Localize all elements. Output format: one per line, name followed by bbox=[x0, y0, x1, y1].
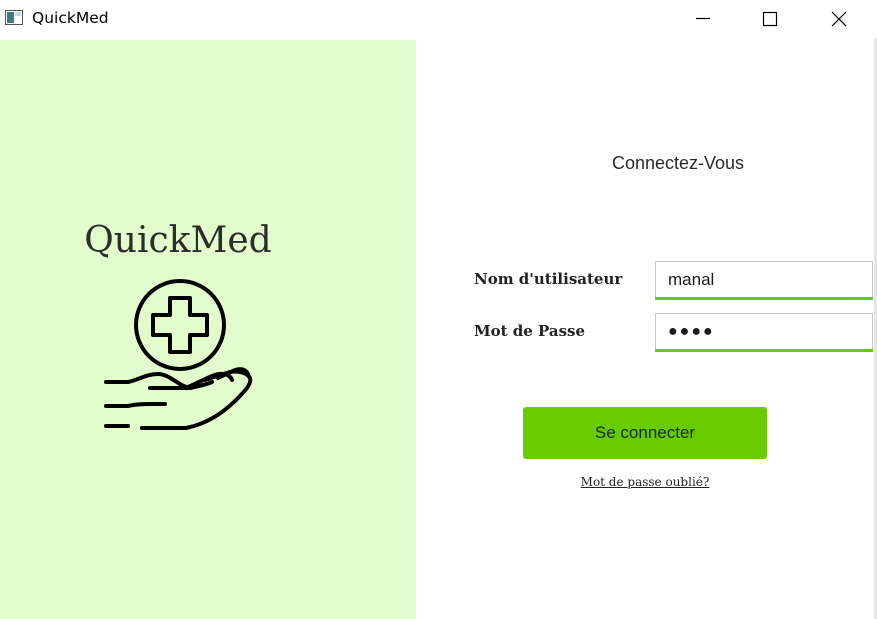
username-input[interactable] bbox=[656, 262, 872, 297]
password-field-wrapper bbox=[655, 313, 873, 352]
login-heading: Connectez-Vous bbox=[611, 153, 745, 173]
minimize-button[interactable] bbox=[669, 0, 739, 38]
hand-holding-medical-cross-icon bbox=[104, 279, 253, 430]
forgot-password-link[interactable]: Mot de passe oublié? bbox=[560, 475, 730, 489]
maximize-icon bbox=[762, 11, 778, 27]
window-title: QuickMed bbox=[32, 9, 109, 27]
maximize-button[interactable] bbox=[736, 0, 806, 38]
brand-name: QuickMed bbox=[84, 220, 272, 261]
login-button[interactable]: Se connecter bbox=[523, 407, 767, 459]
app-window-icon bbox=[5, 10, 23, 25]
minimize-icon bbox=[696, 17, 710, 20]
username-label: Nom d'utilisateur bbox=[474, 270, 623, 288]
close-button[interactable] bbox=[805, 0, 875, 38]
close-icon bbox=[831, 11, 847, 27]
title-bar: QuickMed bbox=[0, 0, 877, 38]
username-field-wrapper bbox=[655, 261, 873, 300]
password-label: Mot de Passe bbox=[474, 322, 586, 340]
password-input[interactable] bbox=[656, 314, 872, 349]
